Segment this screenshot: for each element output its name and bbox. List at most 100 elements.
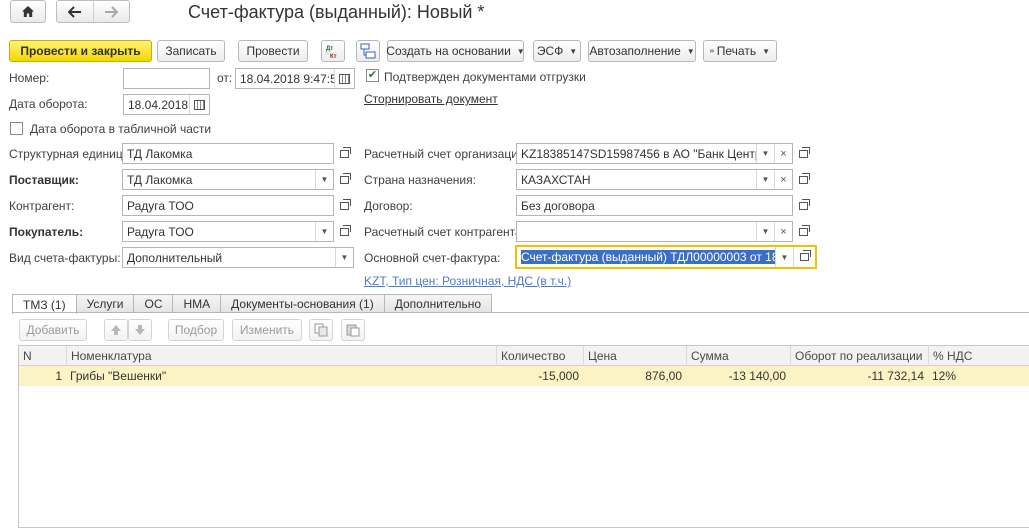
number-label: Номер: [9, 71, 50, 85]
open-icon[interactable] [335, 143, 354, 164]
buyer-field[interactable]: Радуга ТОО ▼ [122, 221, 334, 242]
open-icon[interactable] [794, 195, 813, 216]
chevron-down-icon[interactable]: ▼ [756, 144, 774, 163]
back-button[interactable] [57, 1, 94, 22]
autofill-button[interactable]: Автозаполнение ▼ [588, 40, 696, 62]
calendar-icon[interactable] [334, 69, 354, 88]
open-icon[interactable] [794, 169, 813, 190]
print-button[interactable]: Печать ▼ [703, 40, 777, 62]
open-icon[interactable] [794, 143, 813, 164]
tab-base-documents[interactable]: Документы-основания (1) [220, 294, 385, 313]
autofill-label: Автозаполнение [589, 44, 681, 58]
tab-bar: ТМЗ (1) Услуги ОС НМА Документы-основани… [12, 294, 493, 314]
row-item: Грибы "Вешенки" [70, 369, 167, 383]
svg-text:Дт: Дт [326, 46, 333, 52]
storno-link[interactable]: Сторнировать документ [364, 92, 498, 106]
invoice-kind-label: Вид счета-фактуры: [9, 251, 121, 265]
copy-icon [314, 323, 328, 337]
number-field[interactable] [123, 68, 210, 89]
tab-services[interactable]: Услуги [75, 294, 135, 313]
supplier-label: Поставщик: [9, 173, 79, 187]
chevron-down-icon: ▼ [569, 46, 578, 56]
buyer-label: Покупатель: [9, 225, 84, 239]
save-button[interactable]: Записать [157, 40, 225, 62]
tab-os[interactable]: ОС [133, 294, 174, 313]
column-header-n[interactable]: N [19, 346, 66, 366]
row-sum: -13 140,00 [728, 369, 786, 383]
debit-credit-button[interactable]: Дт Кт [321, 40, 345, 62]
struct-unit-label: Структурная единица: [9, 147, 133, 161]
open-icon[interactable] [335, 195, 354, 216]
debit-credit-icon: Дт Кт [326, 46, 337, 59]
column-header-turnover[interactable]: Оборот по реализации [790, 346, 928, 366]
date-from-label: от: [217, 71, 233, 85]
turnover-in-table-checkbox[interactable] [10, 122, 23, 135]
main-invoice-value: Счет-фактура (выданный) ТДЛ00000003 от 1… [521, 250, 775, 264]
move-down-button[interactable] [128, 319, 152, 341]
copy-button[interactable] [309, 319, 333, 341]
date-from-field[interactable]: 18.04.2018 9:47:57 [235, 68, 355, 89]
table-header: N Номенклатура Количество Цена Сумма Обо… [19, 346, 1029, 366]
edit-row-button[interactable]: Изменить [232, 319, 302, 341]
tab-nma[interactable]: НМА [172, 294, 222, 313]
column-header-vat[interactable]: % НДС [928, 346, 1029, 366]
create-based-on-button[interactable]: Создать на основании ▼ [386, 40, 525, 62]
contract-field[interactable]: Без договора [516, 195, 793, 216]
open-icon[interactable] [335, 221, 354, 242]
supplier-field[interactable]: ТД Лакомка ▼ [122, 169, 334, 190]
column-header-sum[interactable]: Сумма [686, 346, 790, 366]
clear-icon[interactable]: × [774, 170, 792, 189]
country-label: Страна назначения: [364, 173, 476, 187]
add-row-button[interactable]: Добавить [19, 319, 87, 341]
chevron-down-icon[interactable]: ▼ [756, 170, 774, 189]
chevron-down-icon[interactable]: ▼ [775, 247, 793, 267]
page-title: Счет-фактура (выданный): Новый * [188, 2, 485, 22]
price-settings-link[interactable]: KZT, Тип цен: Розничная, НДС (в т.ч.) [364, 274, 571, 288]
nav-group [56, 0, 130, 23]
open-icon[interactable] [794, 221, 813, 242]
post-and-close-button[interactable]: Провести и закрыть [9, 40, 152, 62]
esf-button[interactable]: ЭСФ ▼ [533, 40, 581, 62]
clear-icon[interactable]: × [774, 222, 792, 241]
cp-account-field[interactable]: ▼ × [516, 221, 793, 242]
chevron-down-icon: ▼ [686, 46, 695, 56]
move-up-button[interactable] [104, 319, 128, 341]
column-header-price[interactable]: Цена [583, 346, 686, 366]
struct-unit-field[interactable]: ТД Лакомка [122, 143, 334, 164]
counterparty-field[interactable]: Радуга ТОО [122, 195, 334, 216]
main-invoice-field[interactable]: Счет-фактура (выданный) ТДЛ00000003 от 1… [515, 245, 817, 269]
paste-button[interactable] [341, 319, 365, 341]
column-header-quantity[interactable]: Количество [496, 346, 583, 366]
tab-tmz[interactable]: ТМЗ (1) [12, 294, 77, 314]
tab-additional[interactable]: Дополнительно [383, 294, 493, 313]
open-icon[interactable] [793, 247, 815, 267]
org-account-field[interactable]: KZ18385147SD15987456 в АО "Банк ЦентрКре… [516, 143, 793, 164]
row-vat: 12% [932, 369, 957, 383]
open-icon[interactable] [335, 169, 354, 190]
contract-label: Договор: [364, 199, 413, 213]
table-row[interactable]: 1 Грибы "Вешенки" -15,000 876,00 -13 140… [19, 366, 1029, 386]
forward-button[interactable] [94, 1, 130, 22]
select-items-button[interactable]: Подбор [168, 319, 224, 341]
turnover-date-field[interactable]: 18.04.2018 [123, 94, 210, 115]
clear-icon[interactable]: × [774, 144, 792, 163]
column-header-item[interactable]: Номенклатура [66, 346, 496, 366]
chevron-down-icon[interactable]: ▼ [315, 170, 333, 189]
invoice-kind-select[interactable]: Дополнительный ▼ [122, 247, 354, 268]
calendar-icon[interactable] [189, 95, 209, 114]
home-button[interactable] [10, 0, 46, 23]
country-field[interactable]: КАЗАХСТАН ▼ × [516, 169, 793, 190]
post-button[interactable]: Провести [238, 40, 308, 62]
create-based-on-label: Создать на основании [386, 44, 511, 58]
chevron-down-icon[interactable]: ▼ [315, 222, 333, 241]
print-label: Печать [716, 44, 757, 58]
turnover-date-label: Дата оборота: [9, 97, 88, 111]
arrow-right-icon [105, 5, 119, 18]
confirmed-checkbox[interactable]: ✔ [366, 69, 379, 82]
paste-icon [346, 324, 360, 337]
chevron-down-icon[interactable]: ▼ [335, 248, 353, 267]
confirmed-label: Подтвержден документами отгрузки [384, 70, 586, 84]
structure-button[interactable] [356, 40, 380, 62]
chevron-down-icon: ▼ [516, 46, 525, 56]
chevron-down-icon[interactable]: ▼ [756, 222, 774, 241]
